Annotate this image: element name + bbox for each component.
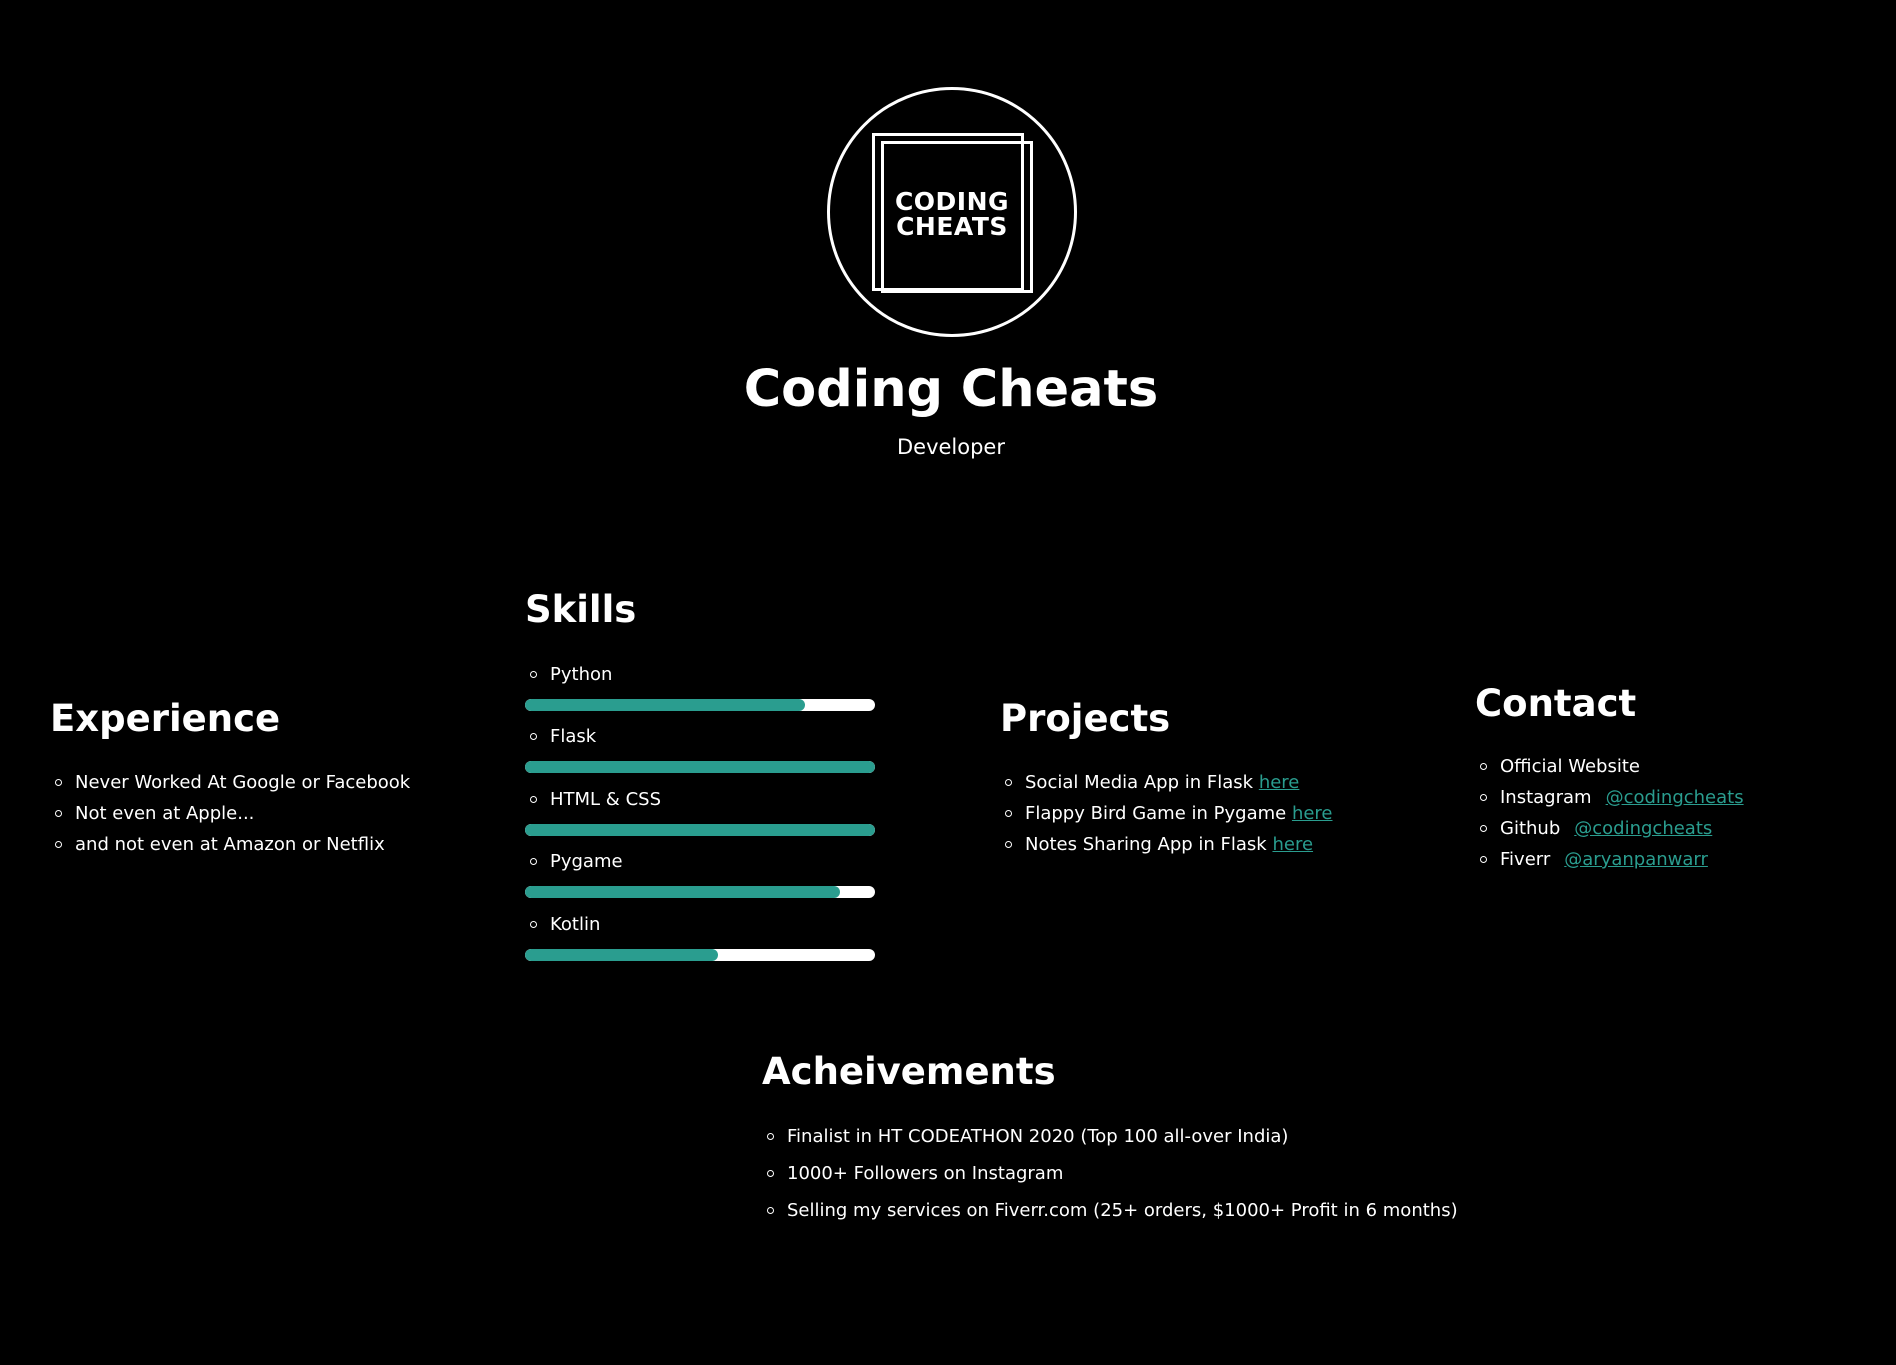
contact-item-website[interactable]: Official Website [1475,751,1744,782]
skill-progress-bar [525,949,875,961]
achievement-item: 1000+ Followers on Instagram [762,1158,1137,1189]
skill-progress-fill [525,761,875,773]
skill-progress-bar [525,761,875,773]
contact-label[interactable]: Official Website [1500,756,1640,777]
contact-item-fiverr: Fiverr @aryanpanwarr [1475,844,1744,875]
achievement-item: Selling my services on Fiverr.com (25+ o… [762,1195,1458,1226]
project-title: Flappy Bird Game in Pygame [1025,803,1287,824]
contact-heading: Contact [1475,682,1637,725]
skill-progress-bar [525,824,875,836]
project-item: Notes Sharing App in Flask here [1000,829,1333,860]
experience-list: Never Worked At Google or Facebook Not e… [50,767,410,860]
project-item: Social Media App in Flask here [1000,767,1333,798]
contact-item-github: Github @codingcheats [1475,813,1744,844]
instagram-link[interactable]: @codingcheats [1606,787,1744,808]
experience-item: and not even at Amazon or Netflix [50,829,410,860]
projects-heading: Projects [1000,697,1171,740]
skill-progress-fill [525,886,840,898]
achievements-list: Finalist in HT CODEATHON 2020 (Top 100 a… [762,1121,1458,1232]
experience-heading: Experience [50,697,281,740]
skill-item-html-css: HTML & CSS [525,784,875,846]
logo-line-1: CODING [894,187,1010,216]
logo-line-2: CHEATS [896,212,1008,241]
contact-list: Official Website Instagram @codingcheats … [1475,751,1744,875]
project-link[interactable]: here [1259,772,1300,793]
skill-progress-fill [525,699,805,711]
projects-list: Social Media App in Flask here Flappy Bi… [1000,767,1333,860]
skills-heading: Skills [525,588,637,631]
skill-item-pygame: Pygame [525,846,875,908]
skill-progress-fill [525,949,718,961]
achievements-heading: Acheivements [762,1050,1056,1093]
experience-item: Never Worked At Google or Facebook [50,767,410,798]
contact-item-instagram: Instagram @codingcheats [1475,782,1744,813]
project-link[interactable]: here [1292,803,1333,824]
github-link[interactable]: @codingcheats [1574,818,1712,839]
fiverr-link[interactable]: @aryanpanwarr [1564,849,1708,870]
skill-progress-fill [525,824,875,836]
skill-item-kotlin: Kotlin [525,909,875,971]
project-link[interactable]: here [1272,834,1313,855]
project-title: Social Media App in Flask [1025,772,1254,793]
skill-label: HTML & CSS [525,784,661,815]
skill-label: Python [525,659,612,690]
skill-item-flask: Flask [525,721,875,783]
contact-label: Instagram [1500,787,1592,808]
logo: CODING CHEATS [827,87,1077,337]
skill-label: Flask [525,721,596,752]
contact-label: Fiverr [1500,849,1551,870]
skill-progress-bar [525,886,875,898]
logo-text: CODING CHEATS [830,189,1074,239]
contact-label: Github [1500,818,1561,839]
skill-label: Pygame [525,846,623,877]
page-subtitle: Developer [896,435,1005,459]
project-item: Flappy Bird Game in Pygame here [1000,798,1333,829]
skill-item-python: Python [525,659,875,721]
skill-label: Kotlin [525,909,600,940]
achievement-item: Finalist in HT CODEATHON 2020 (Top 100 a… [762,1121,1288,1152]
experience-item: Not even at Apple... [50,798,410,829]
skill-progress-bar [525,699,875,711]
project-title: Notes Sharing App in Flask [1025,834,1267,855]
page-title: Coding Cheats [743,360,1159,419]
